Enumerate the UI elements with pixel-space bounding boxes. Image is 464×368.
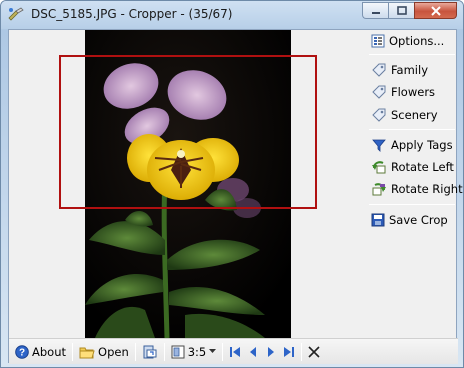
- aspect-ratio-value: 3:5: [187, 344, 207, 359]
- open-button[interactable]: Open: [76, 341, 132, 363]
- apply-tags-button[interactable]: Apply Tags: [371, 135, 453, 155]
- previous-image-button[interactable]: [244, 341, 262, 363]
- chevron-down-icon: [209, 349, 217, 353]
- cropper-app-icon[interactable]: [7, 6, 25, 22]
- swap-orientation-icon: [143, 345, 157, 358]
- first-icon: [230, 346, 241, 357]
- rotate-left-label: Rotate Left: [391, 160, 454, 174]
- exit-button[interactable]: [305, 341, 323, 363]
- rotate-right-icon: [372, 183, 386, 196]
- options-icon: [371, 34, 385, 48]
- pansy-photo: [85, 30, 291, 339]
- about-label: About: [32, 344, 67, 359]
- sidebar-divider: [369, 54, 455, 55]
- help-icon: ?: [15, 344, 29, 359]
- toolbar-divider: [72, 342, 74, 361]
- aspect-ratio-icon: [171, 345, 185, 358]
- photo-canvas[interactable]: [85, 30, 291, 339]
- apply-tags-label: Apply Tags: [391, 138, 453, 152]
- rotate-left-button[interactable]: Rotate Left: [371, 157, 454, 177]
- caption-buttons: [362, 2, 457, 20]
- minimize-button[interactable]: [362, 2, 388, 19]
- swap-orientation-button[interactable]: [139, 341, 161, 363]
- apply-tags-icon: [372, 139, 386, 152]
- options-button[interactable]: Options...: [371, 31, 444, 51]
- maximize-button[interactable]: [388, 2, 414, 19]
- open-label: Open: [98, 344, 129, 359]
- options-label: Options...: [389, 34, 445, 48]
- toolbar-divider: [163, 342, 165, 361]
- about-button[interactable]: ? About: [12, 341, 69, 363]
- first-image-button[interactable]: [226, 341, 244, 363]
- client-area: Options... Family Flowers Scenery Apply …: [8, 29, 463, 364]
- close-button[interactable]: [414, 2, 457, 19]
- toolbar-divider: [134, 342, 136, 361]
- toolbar-divider: [222, 342, 224, 361]
- next-image-button[interactable]: [262, 341, 280, 363]
- bottom-toolbar: ? About Open 3:5: [9, 338, 458, 364]
- tag-icon: [372, 63, 386, 77]
- tag-flowers-button[interactable]: Flowers: [371, 82, 435, 102]
- rotate-right-button[interactable]: Rotate Right: [371, 179, 463, 199]
- last-image-button[interactable]: [280, 341, 298, 363]
- sidebar: Options... Family Flowers Scenery Apply …: [367, 30, 463, 338]
- app-window: DSC_5185.JPG - Cropper - (35/67) Options…: [0, 0, 464, 368]
- close-x-icon: [308, 345, 320, 358]
- sidebar-divider: [369, 129, 455, 130]
- tag-scenery-button[interactable]: Scenery: [371, 105, 438, 125]
- rotate-right-label: Rotate Right: [391, 182, 463, 196]
- tag-family-button[interactable]: Family: [371, 60, 428, 80]
- close-icon: [430, 5, 441, 16]
- next-icon: [268, 346, 275, 357]
- window-title: DSC_5185.JPG - Cropper - (35/67): [31, 7, 233, 21]
- minimize-icon: [371, 11, 380, 14]
- save-crop-label: Save Crop: [389, 213, 448, 227]
- last-icon: [284, 346, 295, 357]
- tag-icon: [372, 85, 386, 99]
- maximize-icon: [396, 6, 407, 15]
- toolbar-divider: [301, 342, 303, 361]
- save-crop-button[interactable]: Save Crop: [371, 210, 448, 230]
- aspect-ratio-dropdown[interactable]: 3:5: [168, 341, 220, 363]
- floppy-disk-icon: [371, 213, 385, 227]
- tag-label: Scenery: [391, 108, 438, 122]
- tag-label: Family: [391, 63, 429, 77]
- title-bar[interactable]: DSC_5185.JPG - Cropper - (35/67): [1, 1, 463, 29]
- tag-icon: [372, 108, 386, 122]
- svg-text:?: ?: [19, 347, 25, 358]
- folder-icon: [79, 347, 95, 358]
- sidebar-divider: [369, 204, 455, 205]
- tag-label: Flowers: [391, 85, 436, 99]
- rotate-left-icon: [372, 161, 386, 174]
- previous-icon: [250, 346, 257, 357]
